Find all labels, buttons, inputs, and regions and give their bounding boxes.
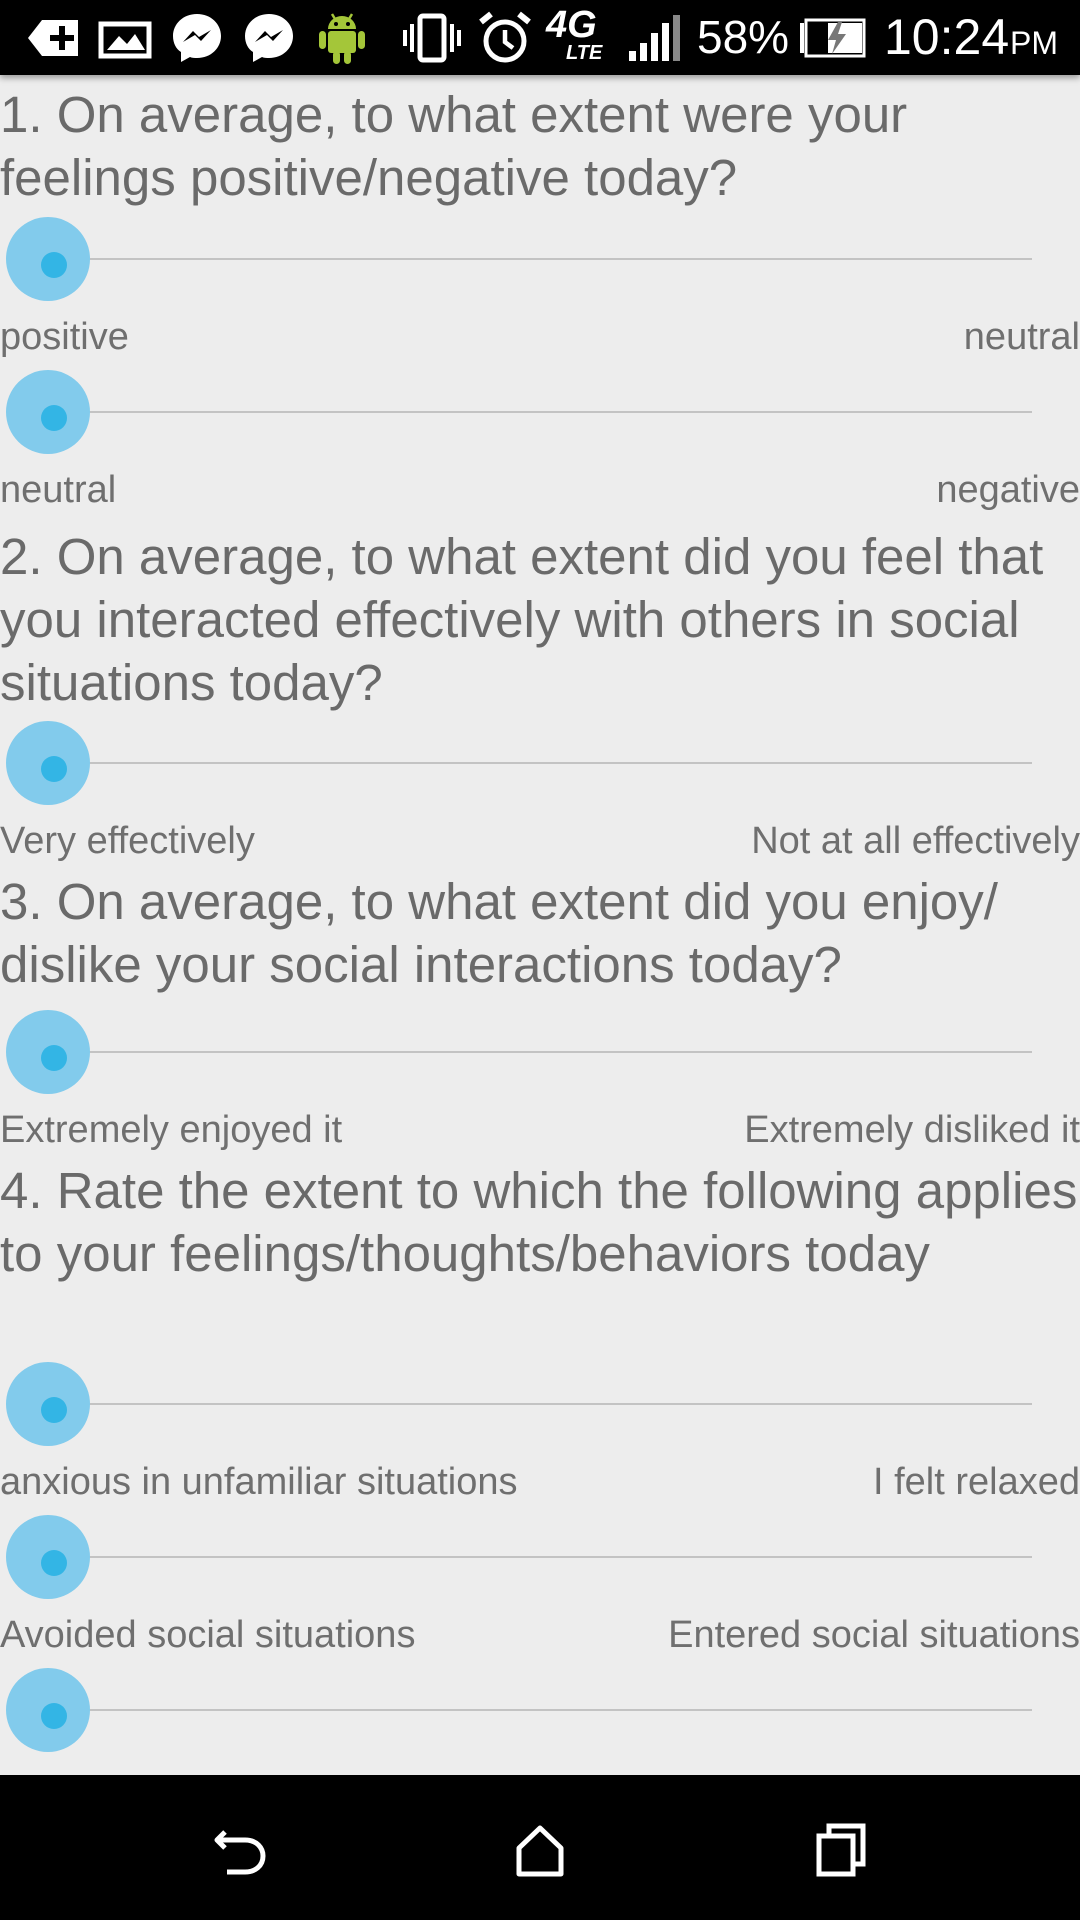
slider-q2-effectiveness-labels: Very effectively Not at all effectively	[0, 819, 1080, 863]
home-icon	[516, 1825, 564, 1877]
slider-min-label: Avoided social situations	[0, 1614, 416, 1656]
slider-thumb-center	[41, 1550, 67, 1576]
slider-max-label: I felt relaxed	[873, 1461, 1080, 1503]
slider-track	[48, 411, 1032, 413]
slider-q3-enjoyment[interactable]	[0, 1002, 1080, 1102]
slider-thumb-center	[41, 1703, 67, 1729]
slider-track	[48, 1403, 1032, 1405]
slider-q1-positive-neutral-labels: positive neutral	[0, 315, 1080, 359]
clock-time: 10:24	[884, 9, 1010, 65]
slider-q4-third[interactable]	[0, 1660, 1080, 1760]
messenger-icon	[238, 8, 300, 68]
network-sub-label: LTE	[566, 42, 603, 64]
recents-icon	[816, 1823, 866, 1877]
slider-max-label: neutral	[963, 316, 1080, 358]
slider-thumb-center	[41, 756, 67, 782]
slider-q3-enjoyment-labels: Extremely enjoyed it Extremely disliked …	[0, 1108, 1080, 1152]
question-1-text: 1. On average, to what extent were your …	[0, 86, 908, 206]
slider-track	[48, 258, 1032, 260]
slider-min-label: Very effectively	[0, 820, 255, 862]
clock-ampm: PM	[1010, 25, 1058, 61]
slider-thumb[interactable]	[6, 1010, 90, 1094]
slider-min-label: neutral	[0, 469, 117, 511]
slider-min-label: anxious in unfamiliar situations	[0, 1461, 518, 1503]
vibrate-icon	[402, 8, 462, 68]
home-button[interactable]	[500, 1810, 580, 1890]
battery-percent: 58%	[697, 11, 790, 63]
slider-thumb-center	[41, 252, 67, 278]
back-icon	[214, 1830, 266, 1875]
slider-max-label: Not at all effectively	[751, 820, 1080, 862]
question-4-text: 4. Rate the extent to which the followin…	[0, 1162, 1078, 1282]
slider-thumb-center	[41, 1045, 67, 1071]
question-3-text: 3. On average, to what extent did you en…	[0, 873, 998, 993]
slider-q1-neutral-negative-labels: neutral negative	[0, 468, 1080, 512]
alarm-icon	[476, 8, 534, 68]
slider-thumb[interactable]	[6, 1668, 90, 1752]
slider-track	[48, 1556, 1032, 1558]
network-label: 4G	[546, 4, 597, 46]
survey-content[interactable]: 1. On average, to what extent were your …	[0, 75, 1080, 1775]
android-icon	[312, 8, 372, 68]
slider-track	[48, 1051, 1032, 1053]
slider-max-label: Entered social situations	[668, 1614, 1080, 1656]
slider-q4-avoidance[interactable]	[0, 1507, 1080, 1607]
slider-thumb-center	[41, 405, 67, 431]
slider-thumb[interactable]	[6, 217, 90, 301]
photo-icon	[94, 8, 156, 68]
back-button[interactable]	[200, 1810, 280, 1890]
slider-max-label: negative	[936, 469, 1080, 511]
recents-button[interactable]	[800, 1810, 880, 1890]
slider-track	[48, 1709, 1032, 1711]
messenger-icon	[166, 8, 228, 68]
slider-q1-neutral-negative[interactable]	[0, 362, 1080, 462]
status-bar: 4G LTE 58% 10:24 PM	[0, 0, 1080, 75]
slider-q4-avoidance-labels: Avoided social situations Entered social…	[0, 1613, 1080, 1657]
slider-thumb-center	[41, 1397, 67, 1423]
slider-thumb[interactable]	[6, 1515, 90, 1599]
4g-lte-icon: 4G LTE	[544, 4, 610, 68]
navigation-bar	[0, 1775, 1080, 1920]
slider-q4-anxiety-labels: anxious in unfamiliar situations I felt …	[0, 1460, 1080, 1504]
slider-q2-effectiveness[interactable]	[0, 713, 1080, 813]
add-box-icon	[22, 8, 84, 68]
slider-q4-anxiety[interactable]	[0, 1354, 1080, 1454]
signal-icon	[624, 8, 684, 68]
battery-charging-icon	[798, 8, 868, 68]
slider-thumb[interactable]	[6, 370, 90, 454]
screen: 4G LTE 58% 10:24 PM 1. On average, to wh…	[0, 0, 1080, 1920]
slider-track	[48, 762, 1032, 764]
slider-min-label: Extremely enjoyed it	[0, 1109, 343, 1151]
question-2-text: 2. On average, to what extent did you fe…	[0, 528, 1044, 711]
slider-thumb[interactable]	[6, 1362, 90, 1446]
slider-min-label: positive	[0, 316, 129, 358]
slider-max-label: Extremely disliked it	[744, 1109, 1080, 1151]
slider-q1-positive-neutral[interactable]	[0, 209, 1080, 309]
slider-thumb[interactable]	[6, 721, 90, 805]
